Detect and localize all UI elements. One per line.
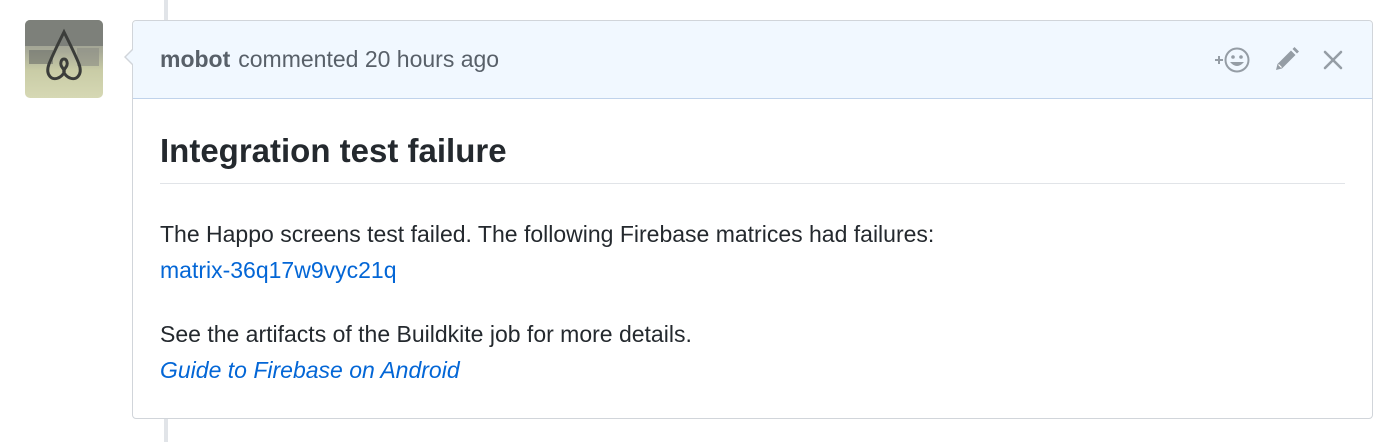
- details-text: See the artifacts of the Buildkite job f…: [160, 321, 692, 347]
- comment-title: Integration test failure: [160, 99, 1345, 184]
- comment-body: Integration test failure The Happo scree…: [133, 99, 1372, 388]
- guide-link[interactable]: Guide to Firebase on Android: [160, 352, 460, 388]
- comment-header: mobot commented 20 hours ago: [133, 21, 1372, 99]
- comment-timestamp[interactable]: commented 20 hours ago: [238, 46, 499, 73]
- author-name[interactable]: mobot: [160, 46, 230, 73]
- close-button[interactable]: [1322, 49, 1344, 71]
- airbnb-logo-icon: [25, 20, 103, 81]
- timeline-line-bottom: [164, 418, 168, 442]
- pencil-icon: [1276, 46, 1299, 70]
- header-actions: [1214, 45, 1344, 75]
- comment-card: mobot commented 20 hours ago Integration…: [124, 20, 1373, 419]
- failure-paragraph: The Happo screens test failed. The follo…: [160, 216, 1345, 288]
- add-reaction-button[interactable]: [1214, 45, 1250, 75]
- close-x-icon: [1323, 50, 1343, 69]
- details-paragraph: See the artifacts of the Buildkite job f…: [160, 316, 1345, 388]
- avatar[interactable]: [25, 20, 103, 98]
- failure-text: The Happo screens test failed. The follo…: [160, 221, 935, 247]
- matrix-link[interactable]: matrix-36q17w9vyc21q: [160, 252, 397, 288]
- edit-button[interactable]: [1272, 46, 1300, 74]
- timeline-line-top: [164, 0, 168, 20]
- add-reaction-smiley-icon: [1215, 47, 1250, 72]
